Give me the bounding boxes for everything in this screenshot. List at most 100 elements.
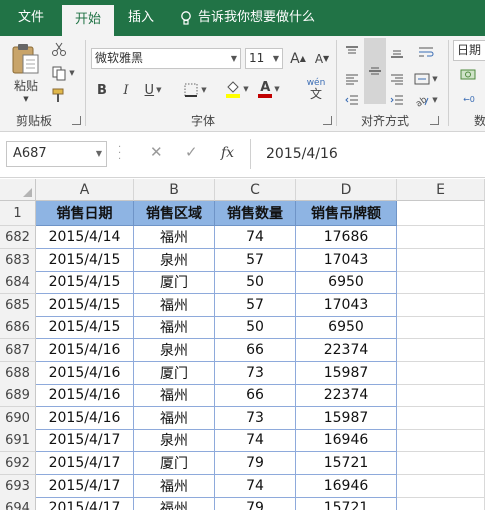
align-right-icon[interactable] [387, 69, 407, 89]
grow-font-button[interactable]: A ▲ [288, 48, 308, 69]
table-cell[interactable] [397, 249, 485, 272]
table-cell[interactable]: 2015/4/16 [36, 407, 134, 430]
table-cell[interactable]: 2015/4/17 [36, 452, 134, 475]
table-cell[interactable]: 2015/4/15 [36, 294, 134, 317]
table-cell[interactable]: 福州 [134, 407, 215, 430]
table-cell[interactable] [397, 429, 485, 452]
table-cell[interactable]: 22374 [296, 384, 397, 407]
table-cell[interactable]: 厦门 [134, 452, 215, 475]
table-header-cell[interactable] [397, 201, 485, 226]
shrink-font-button[interactable]: A ▼ [312, 48, 332, 69]
table-cell[interactable]: 15987 [296, 362, 397, 385]
tab-home[interactable]: 开始 [62, 5, 114, 36]
enter-icon[interactable]: ✓ [185, 143, 198, 161]
phonetic-button[interactable]: wén 文 [298, 76, 334, 102]
merge-center-button[interactable]: ▼ [411, 69, 441, 89]
select-all-button[interactable] [0, 179, 36, 201]
table-cell[interactable]: 15987 [296, 407, 397, 430]
row-header[interactable]: 683 [0, 249, 36, 272]
table-cell[interactable]: 2015/4/15 [36, 316, 134, 339]
format-painter-icon[interactable] [50, 86, 68, 104]
row-header[interactable]: 689 [0, 384, 36, 407]
table-cell[interactable]: 泉州 [134, 429, 215, 452]
table-header-cell[interactable]: 销售数量 [215, 201, 296, 226]
table-cell[interactable]: 73 [215, 407, 296, 430]
column-header-c[interactable]: C [215, 179, 296, 201]
increase-indent-icon[interactable] [387, 93, 407, 107]
table-cell[interactable]: 福州 [134, 475, 215, 498]
table-cell[interactable]: 福州 [134, 226, 215, 249]
align-middle-icon[interactable] [364, 38, 386, 104]
copy-icon[interactable]: ▼ [50, 64, 76, 82]
table-cell[interactable] [397, 316, 485, 339]
table-cell[interactable]: 17043 [296, 249, 397, 272]
table-cell[interactable]: 16946 [296, 429, 397, 452]
table-cell[interactable]: 6950 [296, 271, 397, 294]
table-cell[interactable]: 17686 [296, 226, 397, 249]
table-cell[interactable] [397, 407, 485, 430]
table-cell[interactable] [397, 271, 485, 294]
table-cell[interactable] [397, 384, 485, 407]
table-cell[interactable]: 50 [215, 316, 296, 339]
table-cell[interactable]: 2015/4/15 [36, 271, 134, 294]
formula-input[interactable]: 2015/4/16 [266, 141, 338, 167]
bold-button[interactable]: B [93, 80, 111, 100]
borders-button[interactable]: ▼ [178, 80, 212, 100]
table-cell[interactable]: 福州 [134, 497, 215, 510]
cancel-icon[interactable]: ✕ [150, 143, 163, 161]
table-cell[interactable]: 17043 [296, 294, 397, 317]
table-cell[interactable]: 74 [215, 475, 296, 498]
row-header[interactable]: 694 [0, 497, 36, 510]
table-cell[interactable]: 厦门 [134, 271, 215, 294]
row-header[interactable]: 682 [0, 226, 36, 249]
table-cell[interactable]: 厦门 [134, 362, 215, 385]
table-cell[interactable]: 2015/4/17 [36, 475, 134, 498]
table-cell[interactable]: 2015/4/14 [36, 226, 134, 249]
table-cell[interactable] [397, 294, 485, 317]
table-cell[interactable]: 6950 [296, 316, 397, 339]
table-cell[interactable]: 泉州 [134, 339, 215, 362]
column-header-b[interactable]: B [134, 179, 215, 201]
table-cell[interactable]: 泉州 [134, 249, 215, 272]
clipboard-launcher-icon[interactable] [72, 116, 81, 125]
number-format-select[interactable]: 日期 [453, 40, 485, 61]
table-cell[interactable]: 74 [215, 429, 296, 452]
row-header[interactable]: 686 [0, 316, 36, 339]
row-header[interactable]: 690 [0, 407, 36, 430]
table-header-cell[interactable]: 销售吊牌额 [296, 201, 397, 226]
row-header[interactable]: 692 [0, 452, 36, 475]
paste-dropdown-icon[interactable]: ▼ [20, 94, 32, 104]
column-header-d[interactable]: D [296, 179, 397, 201]
column-header-a[interactable]: A [36, 179, 134, 201]
table-header-cell[interactable]: 销售日期 [36, 201, 134, 226]
underline-button[interactable]: U ▼ [140, 80, 166, 100]
row-header[interactable]: 684 [0, 271, 36, 294]
row-header[interactable]: 691 [0, 429, 36, 452]
table-cell[interactable]: 50 [215, 271, 296, 294]
table-cell[interactable] [397, 339, 485, 362]
align-left-icon[interactable] [342, 69, 362, 89]
row-header[interactable]: 688 [0, 362, 36, 385]
alignment-launcher-icon[interactable] [430, 116, 439, 125]
italic-button[interactable]: I [117, 80, 135, 100]
font-color-button[interactable]: A ▼ [256, 78, 282, 100]
row-header[interactable]: 687 [0, 339, 36, 362]
column-header-e[interactable]: E [397, 179, 485, 201]
orientation-button[interactable]: ab ▼ [411, 91, 441, 109]
tell-me-box[interactable]: 告诉我你想要做什么 [180, 0, 315, 36]
table-header-cell[interactable]: 销售区域 [134, 201, 215, 226]
table-cell[interactable]: 2015/4/16 [36, 384, 134, 407]
row-header[interactable]: 1 [0, 201, 36, 226]
align-bottom-icon[interactable] [387, 42, 407, 62]
tab-file[interactable]: 文件 [0, 0, 62, 36]
table-cell[interactable]: 福州 [134, 294, 215, 317]
insert-function-button[interactable]: fx [221, 145, 234, 161]
name-box[interactable]: A687 ▼ [6, 141, 107, 167]
table-cell[interactable]: 66 [215, 384, 296, 407]
table-cell[interactable]: 57 [215, 294, 296, 317]
table-cell[interactable] [397, 362, 485, 385]
table-cell[interactable] [397, 452, 485, 475]
table-cell[interactable]: 2015/4/17 [36, 429, 134, 452]
font-name-select[interactable]: 微软雅黑 ▼ [91, 48, 241, 69]
font-size-select[interactable]: 11 ▼ [245, 48, 283, 69]
